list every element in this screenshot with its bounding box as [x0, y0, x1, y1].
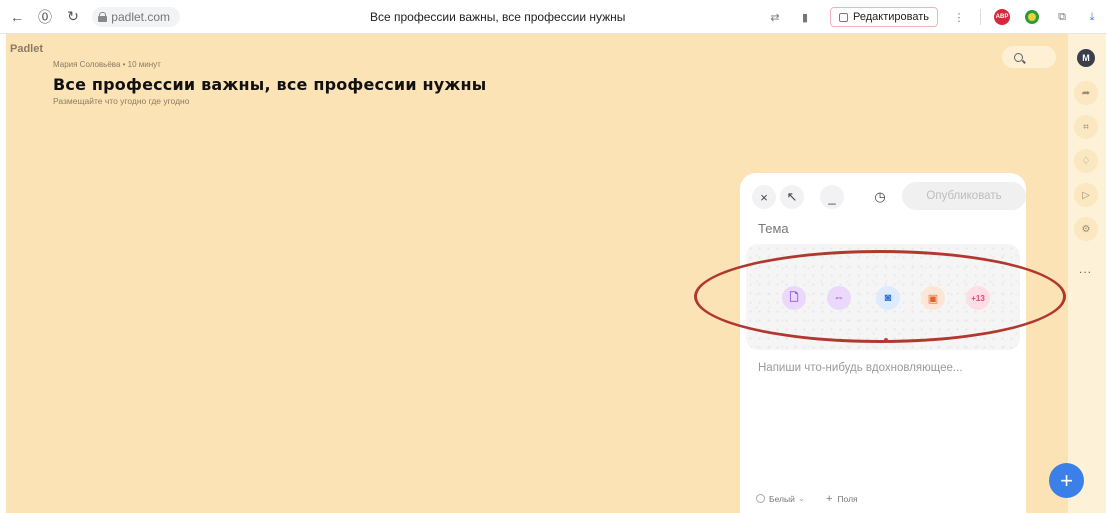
color-select[interactable]: Белый ⌄	[756, 493, 805, 504]
avatar[interactable]: M	[1077, 49, 1095, 67]
menu-dots-icon[interactable]: ⋮	[949, 7, 969, 27]
right-rail: M ➦ ⌗ ♢ ▷ ⚙ ...	[1068, 34, 1106, 513]
url-text: padlet.com	[111, 9, 170, 24]
page-title-bar: Все профессии важны, все профессии нужны	[370, 10, 626, 24]
minimize-button[interactable]: _	[820, 185, 844, 209]
address-bar[interactable]: padlet.com	[92, 6, 180, 27]
color-label: Белый	[769, 493, 795, 504]
adblock-icon[interactable]: ABP	[992, 7, 1012, 27]
edit-icon	[839, 12, 848, 22]
board-title: Все профессии важны, все профессии нужны	[53, 75, 487, 94]
chevron-down-icon: ⌄	[797, 493, 805, 503]
body-input[interactable]: Напиши что-нибудь вдохновляющее...	[758, 362, 963, 374]
play-icon[interactable]: ▷	[1074, 183, 1098, 207]
crop-icon[interactable]: ⌗	[1074, 115, 1098, 139]
toolbar-divider	[980, 9, 981, 25]
close-button[interactable]: ×	[752, 185, 776, 209]
extension-badge	[1025, 10, 1039, 24]
more-icon[interactable]: ...	[1079, 262, 1092, 276]
annotation-ellipse	[694, 250, 1066, 343]
board-subtitle: Размещайте что угодно где угодно	[53, 96, 190, 106]
adblock-badge: ABP	[994, 9, 1010, 25]
site-info-icon[interactable]: ⓪	[34, 6, 56, 28]
schedule-icon[interactable]: ◷	[868, 185, 892, 209]
post-composer: × ↖ _ ◷ Опубликовать Тема 🗋 ⇔ ◙ ▣ +13 На…	[740, 173, 1026, 513]
lock-icon	[98, 11, 108, 22]
bell-icon[interactable]: ♢	[1074, 149, 1098, 173]
fields-button[interactable]: + Поля	[826, 493, 858, 505]
search-button[interactable]	[1002, 46, 1056, 68]
browser-toolbar: ← ⓪ ↻ padlet.com Все профессии важны, вс…	[0, 0, 1107, 34]
translate-icon[interactable]: ⇄	[765, 7, 785, 27]
plus-icon: +	[826, 493, 833, 505]
search-icon	[1014, 52, 1023, 62]
add-post-button[interactable]: +	[1049, 463, 1084, 498]
edit-button[interactable]: Редактировать	[830, 7, 938, 27]
color-swatch-icon	[756, 494, 765, 503]
puzzle-icon[interactable]: ⧉	[1052, 7, 1072, 27]
toolbar-right: ⇄ ▮ Редактировать ⋮ ABP ⧉ ⤓	[760, 5, 1107, 29]
board-meta: Мария Соловьёва • 10 минут	[53, 60, 161, 69]
publish-button[interactable]: Опубликовать	[902, 182, 1026, 210]
fields-label: Поля	[837, 494, 858, 504]
reload-icon[interactable]: ↻	[62, 6, 84, 28]
extension-icon[interactable]	[1022, 7, 1042, 27]
bookmark-icon[interactable]: ▮	[795, 7, 815, 27]
download-icon[interactable]: ⤓	[1082, 7, 1102, 27]
padlet-logo[interactable]: Padlet	[10, 43, 43, 55]
back-arrow-icon[interactable]: ←	[6, 6, 28, 28]
edit-label: Редактировать	[853, 11, 929, 23]
gear-icon[interactable]: ⚙	[1074, 217, 1098, 241]
share-icon[interactable]: ➦	[1074, 81, 1098, 105]
expand-button[interactable]: ↖	[780, 185, 804, 209]
topic-input[interactable]: Тема	[758, 221, 789, 236]
